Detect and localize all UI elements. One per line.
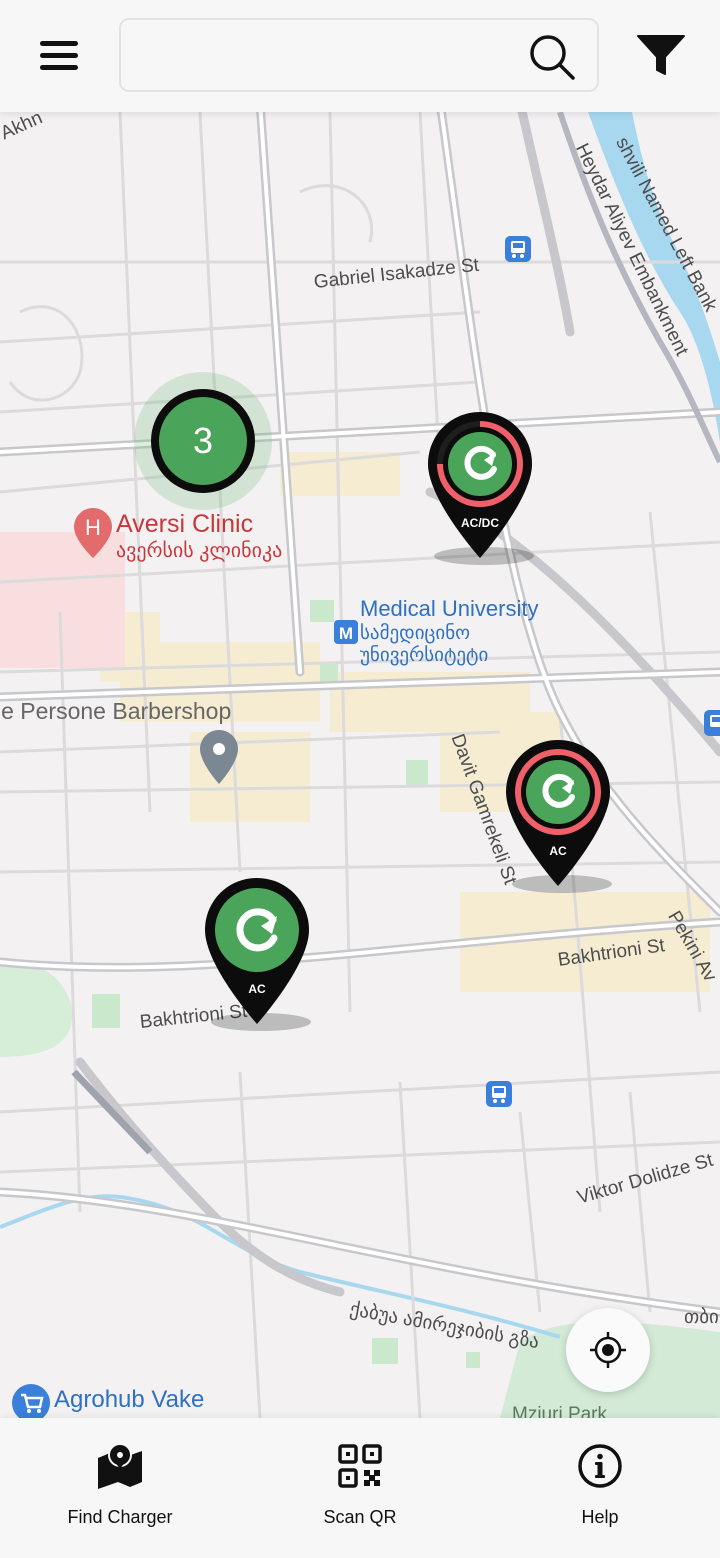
street-label: თბი <box>684 1307 719 1328</box>
poi-university-name-ka: უნივერსიტეტი <box>360 645 489 666</box>
search-bar <box>119 18 599 92</box>
charger-type-label: AC <box>549 844 567 858</box>
map-icon <box>98 1443 142 1489</box>
charger-marker[interactable]: AC <box>498 738 618 898</box>
top-bar <box>0 0 720 112</box>
charger-type-label: AC/DC <box>461 516 499 530</box>
bus-stop-icon <box>505 236 531 262</box>
bus-stop-icon <box>704 710 720 736</box>
menu-icon <box>40 41 78 70</box>
info-icon <box>578 1444 622 1488</box>
hospital-pin-icon: H <box>74 508 112 558</box>
crosshair-icon <box>590 1332 626 1368</box>
nav-scan-qr[interactable]: Scan QR <box>240 1418 480 1558</box>
filter-button[interactable] <box>634 30 688 82</box>
svg-text:M: M <box>339 624 353 643</box>
qr-code-icon <box>338 1444 382 1488</box>
street-label: Mziuri Park <box>512 1404 608 1418</box>
menu-button[interactable] <box>36 32 84 80</box>
search-icon <box>530 35 575 80</box>
charger-pin-icon <box>205 878 311 1031</box>
metro-icon: M <box>334 620 358 644</box>
bus-stop-icon <box>486 1081 512 1107</box>
location-pin-icon <box>200 730 238 784</box>
charger-marker[interactable]: AC/DC <box>420 410 540 570</box>
charger-pin-icon <box>428 412 534 565</box>
search-button[interactable] <box>527 32 579 84</box>
nav-help[interactable]: Help <box>480 1418 720 1558</box>
charger-pin-icon <box>506 740 612 893</box>
poi-university-name-ka: სამედიცინო <box>360 623 471 644</box>
nav-label: Help <box>581 1507 619 1527</box>
nav-find-charger[interactable]: Find Charger <box>0 1418 240 1558</box>
search-input[interactable] <box>135 32 519 80</box>
nav-label: Find Charger <box>67 1507 173 1527</box>
cart-icon <box>12 1384 50 1418</box>
filter-icon <box>637 35 685 75</box>
poi-barbershop-name: le Persone Barbershop <box>0 698 232 724</box>
charger-type-label: AC <box>248 982 266 996</box>
svg-text:H: H <box>85 515 101 540</box>
charger-marker[interactable]: AC <box>197 876 317 1036</box>
my-location-button[interactable] <box>566 1308 650 1392</box>
charger-cluster[interactable]: 3 <box>134 372 272 510</box>
poi-university-name: Medical University <box>360 596 539 621</box>
cluster-count: 3 <box>151 389 255 493</box>
poi-store-name: Agrohub Vake <box>54 1386 205 1413</box>
poi-clinic-name: Aversi Clinic <box>116 510 254 538</box>
poi-clinic-name-ka: ავერსის კლინიკა <box>116 540 283 562</box>
nav-label: Scan QR <box>323 1507 397 1527</box>
map-view[interactable]: Gabriel Isakadze St Bakhtrioni St Bakhtr… <box>0 112 720 1418</box>
bottom-navigation: Find Charger Scan QR Help <box>0 1418 720 1558</box>
